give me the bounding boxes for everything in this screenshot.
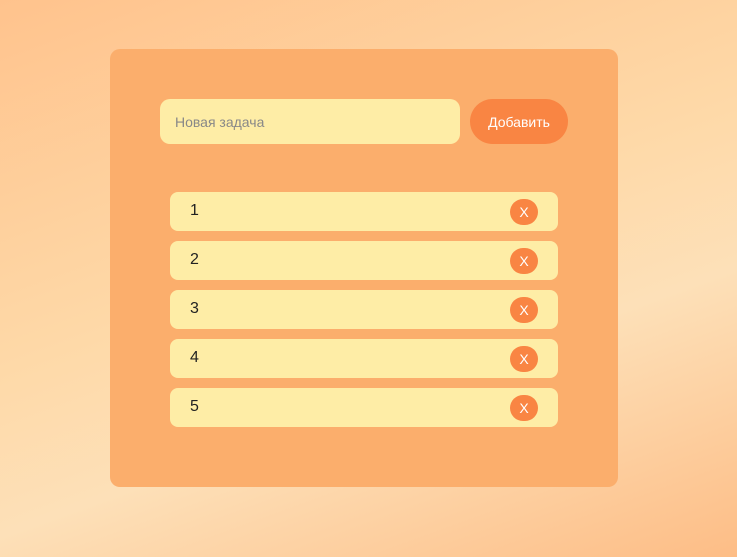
todo-card: Добавить 1 X 2 X 3 X 4 X 5 X <box>110 49 618 487</box>
task-text: 5 <box>190 398 199 415</box>
add-task-button[interactable]: Добавить <box>470 99 568 144</box>
delete-task-button[interactable]: X <box>510 297 538 323</box>
task-text: 2 <box>190 251 199 268</box>
delete-task-button[interactable]: X <box>510 199 538 225</box>
task-item: 3 X <box>170 290 558 329</box>
task-text: 1 <box>190 202 199 219</box>
task-text: 3 <box>190 300 199 317</box>
add-task-form: Добавить <box>160 99 568 144</box>
delete-task-button[interactable]: X <box>510 346 538 372</box>
new-task-input[interactable] <box>160 99 460 144</box>
task-item: 5 X <box>170 388 558 427</box>
task-list: 1 X 2 X 3 X 4 X 5 X <box>170 192 558 437</box>
task-item: 2 X <box>170 241 558 280</box>
delete-task-button[interactable]: X <box>510 395 538 421</box>
task-item: 1 X <box>170 192 558 231</box>
task-item: 4 X <box>170 339 558 378</box>
delete-task-button[interactable]: X <box>510 248 538 274</box>
task-text: 4 <box>190 349 199 366</box>
